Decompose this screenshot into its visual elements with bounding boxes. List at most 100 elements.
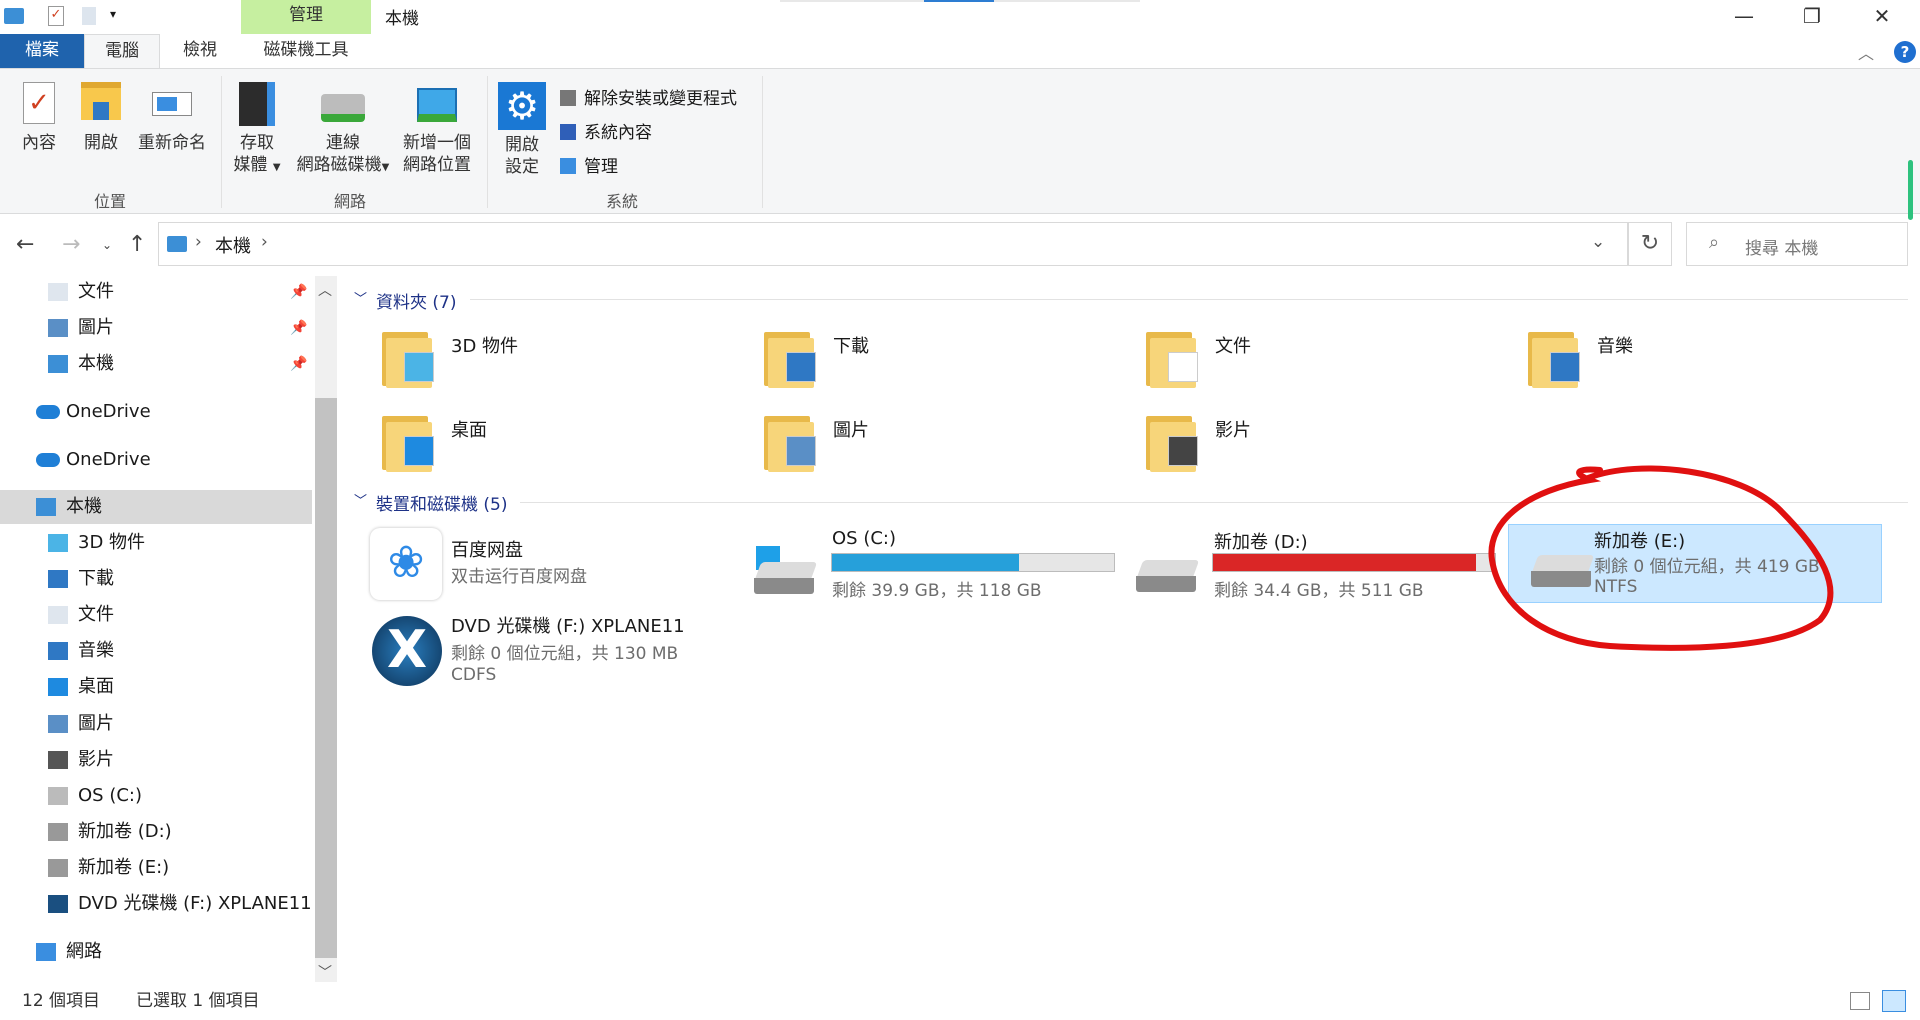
pictures-icon [48,319,68,337]
sidebar-item[interactable]: 圖片 [0,707,312,741]
add-location-label-1: 新增一個 [403,133,471,153]
drive-c[interactable]: OS (C:) 剩餘 39.9 GB，共 118 GB [752,526,1122,601]
downloads-folder[interactable]: 下載 [764,328,1094,392]
close-button[interactable]: ✕ [1850,0,1914,34]
sidebar-item[interactable]: OneDrive [0,443,312,477]
sidebar-item[interactable]: 網路 [0,935,312,969]
device-baidu-netdisk[interactable]: ❀ 百度网盘 双击运行百度网盘 [370,528,706,600]
properties-label: 內容 [22,133,56,153]
sidebar-item[interactable]: 桌面 [0,670,312,704]
folder-icon [1528,328,1580,388]
videos-folder[interactable]: 影片 [1146,412,1476,476]
recent-locations-dropdown[interactable]: ⌄ [102,238,112,252]
open-settings-label-2: 設定 [505,157,539,177]
breadcrumb-this-pc[interactable]: 本機 [215,232,251,258]
sidebar-item[interactable]: 新加卷 (D:) [0,815,312,849]
sidebar-item-label: 圖片 [78,317,114,338]
sidebar-item[interactable]: 本機 [0,490,312,524]
sidebar-item[interactable]: 本機 📌 [0,347,312,381]
drive-f-dvd[interactable]: X DVD 光碟機 (F:) XPLANE11 剩餘 0 個位元組，共 130 … [370,612,750,688]
system-properties-button[interactable]: 系統內容 [560,116,737,150]
documents-folder[interactable]: 文件 [1146,328,1476,392]
ribbon-separator [762,76,763,208]
sidebar-item[interactable]: OS (C:) [0,779,312,813]
folder-name: 3D 物件 [451,336,519,357]
folders-section-header[interactable]: 資料夾 (7) [376,288,456,313]
sidebar-item[interactable]: 文件 [0,598,312,632]
tab-drive-tools[interactable]: 磁碟機工具 [241,34,371,68]
dropdown-arrow-icon: ▼ [272,162,281,173]
new-folder-quick-icon[interactable] [82,7,96,25]
sidebar-item[interactable]: 新加卷 (E:) [0,851,312,885]
drive-d[interactable]: 新加卷 (D:) 剩餘 34.4 GB，共 511 GB [1134,526,1504,601]
forward-button[interactable]: → [62,232,80,257]
pin-icon[interactable]: 📌 [290,275,307,309]
sidebar-item[interactable]: 圖片 📌 [0,311,312,345]
up-button[interactable]: ↑ [128,232,146,257]
open-folder-icon [81,82,121,120]
folder-name: 文件 [1215,336,1251,357]
drive-name: OS (C:) [832,528,896,549]
sidebar-item[interactable]: 下載 [0,562,312,596]
onedrive-icon [36,453,60,467]
large-icons-view-button[interactable] [1882,990,1906,1012]
sidebar-item[interactable]: DVD 光碟機 (F:) XPLANE11 [0,887,312,921]
help-icon[interactable]: ? [1894,41,1916,63]
pin-icon[interactable]: 📌 [290,347,307,381]
map-network-drive-button[interactable]: 連線 網路磁碟機▼ [292,82,394,179]
sidebar-item[interactable]: 3D 物件 [0,526,312,560]
map-drive-label-2-text: 網路磁碟機 [296,155,382,175]
sidebar-item-label: 新加卷 (D:) [78,821,172,842]
refresh-button[interactable]: ↻ [1628,222,1672,266]
music-folder[interactable]: 音樂 [1528,328,1858,392]
open-settings-button[interactable]: ⚙ 開啟 設定 [496,82,548,178]
address-history-dropdown[interactable]: ⌄ [1591,232,1605,252]
sidebar-item-label: DVD 光碟機 (F:) XPLANE11 [78,893,312,914]
uninstall-icon [560,90,576,106]
collapse-ribbon-icon[interactable]: ︿ [1858,40,1874,64]
add-network-location-button[interactable]: 新增一個 網路位置 [398,82,476,176]
restore-button[interactable]: ❐ [1780,0,1844,34]
item-count: 12 個項目 [22,991,101,1011]
access-media-button[interactable]: 存取 媒體 ▼ [230,82,284,179]
search-box[interactable]: ⌕ 搜尋 本機 [1686,222,1908,266]
customize-toolbar-dropdown[interactable]: ▾ [110,7,116,21]
sidebar-item[interactable]: 音樂 [0,634,312,668]
tab-file[interactable]: 檔案 [0,34,84,68]
collapse-folders-icon[interactable]: ﹀ [354,288,367,307]
properties-button[interactable]: ✓ 內容 [16,82,62,154]
uninstall-program-button[interactable]: 解除安裝或變更程式 [560,82,737,116]
network-location-icon [417,88,457,122]
drive-icon [754,562,818,596]
desktop-folder[interactable]: 桌面 [382,412,712,476]
minimize-button[interactable]: — [1712,0,1776,34]
sidebar-item-label: OneDrive [66,401,151,422]
scroll-down-button[interactable]: ﹀ [318,962,332,982]
tab-view[interactable]: 檢視 [160,34,240,68]
3d-objects-folder[interactable]: 3D 物件 [382,328,712,392]
sidebar-item-label: 本機 [66,496,102,517]
breadcrumb-chevron-icon[interactable]: › [261,232,268,252]
system-properties-icon [560,124,576,140]
pictures-folder[interactable]: 圖片 [764,412,1094,476]
details-view-button[interactable] [1850,992,1870,1010]
properties-quick-icon[interactable]: ✓ [48,6,64,26]
pin-icon[interactable]: 📌 [290,311,307,345]
sidebar-item[interactable]: 影片 [0,743,312,777]
uninstall-label: 解除安裝或變更程式 [584,89,737,109]
collapse-devices-icon[interactable]: ﹀ [354,490,367,509]
sidebar-item-label: 新加卷 (E:) [78,857,170,878]
sidebar-item[interactable]: 文件 📌 [0,275,312,309]
scroll-up-button[interactable]: ︿ [318,280,332,300]
scrollbar-thumb[interactable] [315,398,337,958]
manage-button[interactable]: 管理 [560,150,737,184]
devices-section-header[interactable]: 裝置和磁碟機 (5) [376,490,507,515]
open-button[interactable]: 開啟 [78,82,124,154]
access-media-label-2-text: 媒體 [233,155,268,175]
rename-button[interactable]: 重新命名 [134,82,210,154]
address-bar[interactable]: › 本機 › ⌄ [158,222,1628,266]
tab-computer[interactable]: 電腦 [84,34,160,69]
sidebar-item[interactable]: OneDrive [0,395,312,429]
back-button[interactable]: ← [16,232,34,257]
sidebar-item-label: 桌面 [78,676,114,697]
